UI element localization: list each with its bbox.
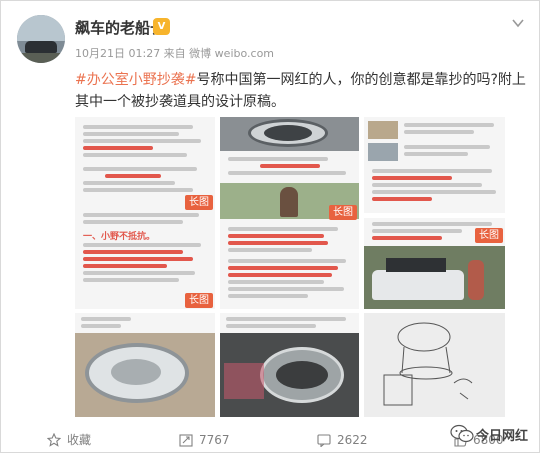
image-grid: 长图 一、小野不抵抗。 长图 长图 长图 xyxy=(75,117,505,417)
weibo-post-card: 飙车的老船长 V 10月21日 01:27 来自 微博 weibo.com #办… xyxy=(0,0,540,453)
post-text: #办公室小野抄袭#号称中国第一网红的人，你的创意都是靠抄的吗?附上其中一个被抄袭… xyxy=(75,69,527,113)
avatar-car xyxy=(25,41,57,53)
image-thumb-3[interactable] xyxy=(364,117,505,213)
hashtag-link[interactable]: #办公室小野抄袭# xyxy=(75,72,196,88)
repost-icon xyxy=(179,434,193,447)
verified-badge-icon: V xyxy=(153,18,170,35)
repost-count: 7767 xyxy=(199,433,230,447)
watermark-text: 今日网红 xyxy=(476,429,529,444)
image-thumb-2[interactable]: 长图 xyxy=(220,117,359,309)
repost-button[interactable]: 7767 xyxy=(179,431,259,449)
avatar[interactable] xyxy=(17,15,65,63)
image-thumb-6[interactable] xyxy=(220,313,359,417)
avatar-sky xyxy=(17,15,65,41)
image-thumb-1[interactable]: 长图 一、小野不抵抗。 长图 xyxy=(75,117,215,309)
star-icon xyxy=(47,433,61,447)
avatar-ground xyxy=(17,53,65,63)
watermark: 今日网红 xyxy=(448,423,536,445)
long-image-tag: 长图 xyxy=(185,195,213,210)
thumb-heading: 一、小野不抵抗。 xyxy=(83,232,156,242)
design-sketch xyxy=(383,322,473,406)
username[interactable]: 飙车的老船长 xyxy=(75,17,165,38)
comment-button[interactable]: 2622 xyxy=(317,431,397,449)
chevron-down-icon[interactable] xyxy=(511,16,525,30)
comment-icon xyxy=(317,434,331,447)
image-thumb-5[interactable] xyxy=(75,313,215,417)
long-image-tag: 长图 xyxy=(185,293,213,308)
post-meta: 10月21日 01:27 来自 微博 weibo.com xyxy=(75,47,275,60)
long-image-tag: 长图 xyxy=(329,205,357,220)
favorite-label: 收藏 xyxy=(67,433,92,447)
comment-count: 2622 xyxy=(337,433,368,447)
image-thumb-4[interactable]: 长图 xyxy=(364,218,505,309)
wechat-icon xyxy=(450,424,474,443)
favorite-button[interactable]: 收藏 xyxy=(47,431,117,449)
long-image-tag: 长图 xyxy=(475,228,503,243)
image-thumb-7[interactable] xyxy=(364,313,505,417)
